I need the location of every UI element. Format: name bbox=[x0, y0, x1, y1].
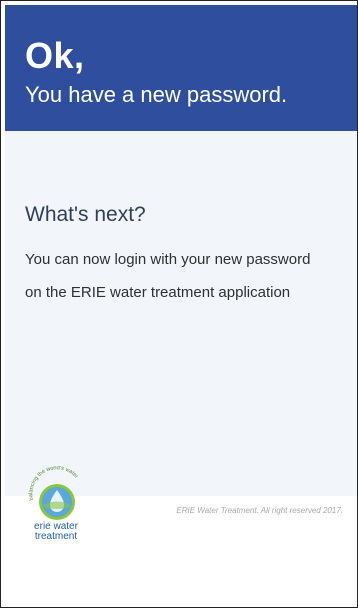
footer: balancing the world's water erie water t… bbox=[5, 465, 357, 604]
section-heading: What's next? bbox=[25, 203, 146, 226]
page-subtitle: You have a new password. bbox=[25, 82, 288, 107]
message-text-line-2: on the ERIE water treatment application bbox=[25, 284, 291, 301]
app-screen: Ok, You have a new password. What's next… bbox=[0, 0, 358, 608]
header-banner: Ok, You have a new password. bbox=[5, 5, 357, 131]
logo-wordmark-line-2: treatment bbox=[34, 531, 78, 542]
message-text-line-1: You can now login with your new password bbox=[25, 251, 311, 268]
copyright-text: ERIE Water Treatment. All right reserved… bbox=[176, 506, 343, 515]
erie-logo: balancing the world's water erie water t… bbox=[23, 465, 89, 546]
water-drop-logo-icon: balancing the world's water bbox=[28, 465, 79, 520]
page-title: Ok, bbox=[25, 35, 85, 76]
logo-wordmark: erie water treatment bbox=[23, 522, 89, 542]
main-content: What's next? You can now login with your… bbox=[5, 131, 357, 496]
